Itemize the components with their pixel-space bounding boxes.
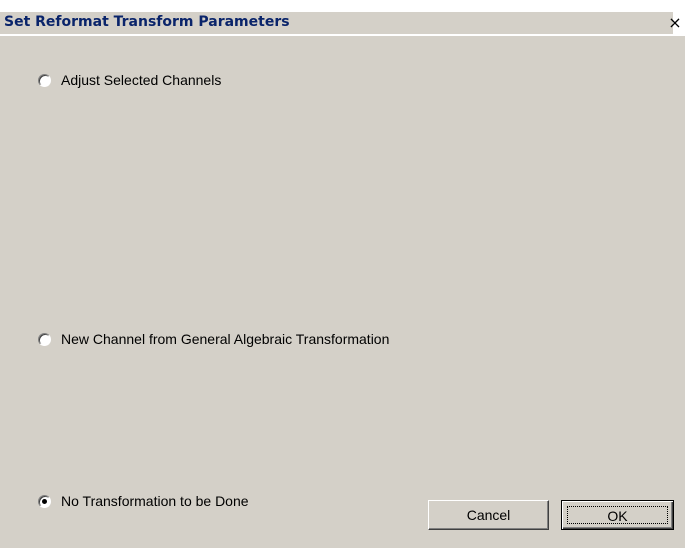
- ok-button[interactable]: OK: [561, 500, 674, 530]
- radio-adjust-selected-channels[interactable]: [38, 73, 51, 87]
- option-label: Adjust Selected Channels: [61, 72, 222, 88]
- ok-button-label: OK: [567, 506, 668, 524]
- radio-new-channel-algebraic[interactable]: [38, 332, 51, 346]
- dialog-title: Set Reformat Transform Parameters: [4, 14, 290, 30]
- option-label: No Transformation to be Done: [61, 493, 249, 509]
- option-adjust-selected-channels[interactable]: Adjust Selected Channels: [38, 72, 221, 88]
- option-no-transformation[interactable]: No Transformation to be Done: [38, 493, 249, 509]
- dialog-window: Set Reformat Transform Parameters × Adju…: [0, 0, 685, 548]
- radio-no-transformation[interactable]: [38, 494, 51, 508]
- cancel-button[interactable]: Cancel: [428, 500, 549, 530]
- option-new-channel-algebraic[interactable]: New Channel from General Algebraic Trans…: [38, 331, 389, 347]
- close-icon[interactable]: ×: [665, 12, 685, 34]
- title-bar: Set Reformat Transform Parameters ×: [0, 0, 685, 36]
- option-label: New Channel from General Algebraic Trans…: [61, 331, 390, 347]
